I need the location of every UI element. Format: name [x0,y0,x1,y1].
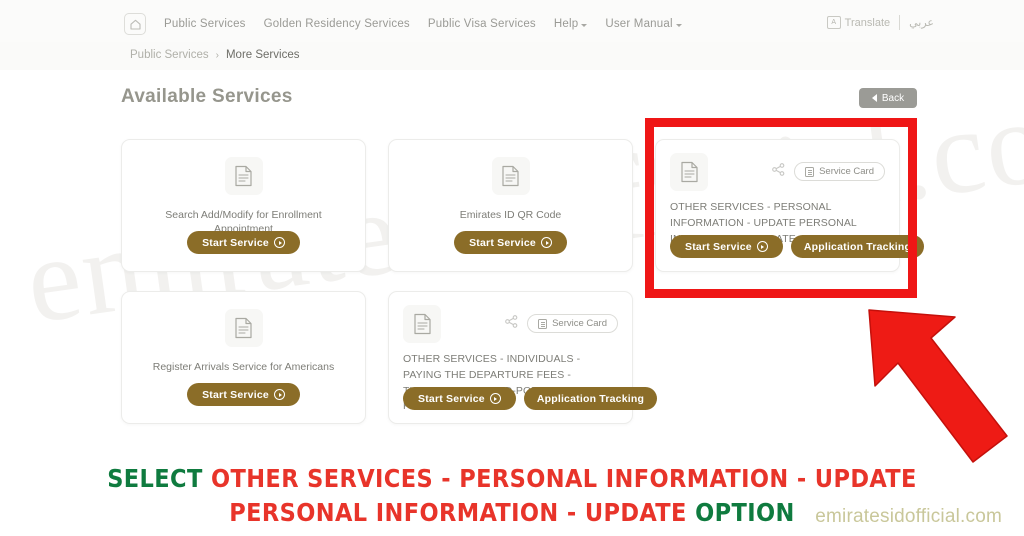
start-service-label: Start Service [418,392,485,405]
service-card-button[interactable]: Service Card [527,314,618,333]
start-service-label: Start Service [685,240,752,253]
language-switch-arabic[interactable]: عربي [909,16,934,29]
breadcrumb-link-public-services[interactable]: Public Services [130,49,209,61]
card-top-actions: Service Card [772,162,885,181]
document-icon [224,309,263,347]
application-tracking-button[interactable]: Application Tracking [790,235,925,258]
start-service-button[interactable]: Start Service [670,235,783,258]
header-divider [899,15,901,30]
card-header-row: Service Card [403,305,618,343]
caption-service-name-part2: PERSONAL INFORMATION - UPDATE [229,497,687,527]
chevron-down-icon [675,23,682,27]
service-card-register-arrivals-service-for-americans[interactable]: Register Arrivals Service for Americans … [121,291,366,424]
service-card-title: Emirates ID QR Code [459,209,562,221]
arrow-right-circle-icon [540,237,552,248]
caption-select-word: SELECT [107,464,203,493]
nav-item-public-services[interactable]: Public Services [164,18,246,30]
card-actions: Start Service Application Tracking [670,235,925,258]
arrow-right-circle-icon [489,393,501,404]
nav-item-help[interactable]: Help [553,18,588,30]
nav-label: User Manual [605,18,673,30]
card-icon [805,166,815,177]
service-card-other-services-personal-information-update[interactable]: Service Card OTHER SERVICES - PERSONAL I… [655,139,925,272]
service-card-label: Service Card [552,318,607,329]
main-navigation: Public Services Golden Residency Service… [124,13,682,35]
document-icon [403,305,441,343]
document-icon [224,157,263,195]
back-button[interactable]: Back [859,88,917,108]
application-tracking-label: Application Tracking [803,240,912,253]
caption-line-1: SELECT OTHER SERVICES - PERSONAL INFORMA… [0,462,1024,496]
services-grid: Search Add/Modify for Enrollment Appoint… [121,139,925,424]
nav-item-user-manual[interactable]: User Manual [605,18,682,30]
arrow-right-circle-icon [273,389,285,400]
nav-label: Public Services [164,18,246,30]
application-tracking-button[interactable]: Application Tracking [523,387,658,410]
breadcrumb-separator-icon: › [215,49,219,61]
share-icon[interactable] [772,162,785,181]
start-service-label: Start Service [202,388,269,401]
caption-option-word: OPTION [695,497,795,527]
share-icon[interactable] [505,314,518,333]
service-card-button[interactable]: Service Card [794,162,885,181]
site-watermark: emiratesidofficial.com [815,506,1002,527]
service-card-search-add-modify-enrollment-appointment[interactable]: Search Add/Modify for Enrollment Appoint… [121,139,366,272]
nav-item-public-visa-services[interactable]: Public Visa Services [428,18,536,30]
nav-label: Help [553,18,579,30]
card-icon [538,318,548,329]
page-root: emiratesidofficial.com Public Services G… [0,0,1024,536]
header-utilities: A Translate عربي [826,15,934,30]
start-service-label: Start Service [202,236,269,249]
card-actions: Start Service [122,383,365,406]
card-actions: Start Service [389,231,632,254]
service-card-label: Service Card [819,166,874,177]
arrow-left-icon [871,94,877,102]
start-service-button[interactable]: Start Service [187,231,300,254]
caption-service-name-part1: OTHER SERVICES - PERSONAL INFORMATION - … [210,464,917,493]
red-arrow-annotation-icon [855,290,1015,470]
arrow-right-circle-icon [756,241,768,252]
breadcrumb-current: More Services [225,49,300,61]
card-top-actions: Service Card [505,314,618,333]
nav-label: Golden Residency Services [263,18,410,30]
document-icon [491,157,530,195]
card-actions: Start Service Application Tracking [403,387,658,410]
card-actions: Start Service [122,231,365,254]
chevron-down-icon [581,23,588,27]
nav-item-golden-residency-services[interactable]: Golden Residency Services [264,18,410,30]
start-service-button[interactable]: Start Service [187,383,300,406]
start-service-button[interactable]: Start Service [454,231,567,254]
translate-icon: A [826,16,841,29]
service-card-other-services-individuals-departure-fees[interactable]: Service Card OTHER SERVICES - INDIVIDUAL… [388,291,658,424]
translate-label: Translate [844,16,891,29]
card-header-row: Service Card [670,153,885,191]
service-card-title: Register Arrivals Service for Americans [152,361,335,373]
back-button-label: Back [881,92,905,104]
page-title: Available Services [121,86,293,107]
nav-label: Public Visa Services [427,18,536,30]
start-service-button[interactable]: Start Service [403,387,516,410]
arrow-right-circle-icon [273,237,285,248]
service-card-emirates-id-qr-code[interactable]: Emirates ID QR Code Start Service [388,139,633,272]
home-icon[interactable] [124,13,146,35]
translate-button[interactable]: A Translate [826,16,891,29]
start-service-label: Start Service [469,236,536,249]
application-tracking-label: Application Tracking [536,392,645,405]
breadcrumb: Public Services › More Services [130,49,299,61]
document-icon [670,153,708,191]
